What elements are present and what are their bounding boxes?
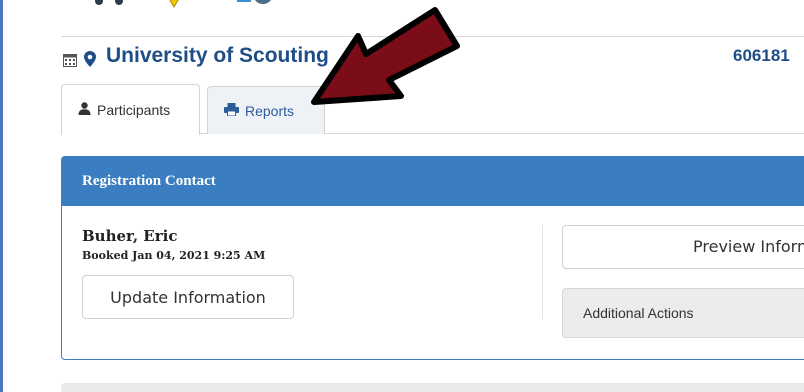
update-information-button[interactable]: Update Information	[82, 275, 294, 319]
event-id: 606181	[733, 46, 790, 65]
calendar-icon	[63, 52, 77, 71]
location-pin-icon	[84, 51, 96, 71]
tab-participants[interactable]: Participants	[61, 84, 200, 135]
top-divider	[61, 36, 804, 37]
globe-icon	[235, 0, 275, 8]
tab-reports[interactable]: Reports	[207, 86, 325, 134]
warning-icon	[163, 0, 185, 8]
app-frame: University of Scouting 606181 Participan…	[0, 0, 804, 392]
tab-participants-label: Participants	[97, 102, 171, 118]
tab-reports-label: Reports	[245, 102, 295, 119]
registration-contact-panel: Registration Contact Buher, Eric Booked …	[61, 156, 804, 360]
vehicle-icon	[89, 0, 129, 8]
printer-icon	[224, 102, 239, 119]
contact-name: Buher, Eric	[82, 227, 178, 245]
panel-header: Registration Contact	[62, 157, 804, 206]
additional-actions-button[interactable]: Additional Actions	[562, 288, 804, 338]
booked-date: Booked Jan 04, 2021 9:25 AM	[82, 249, 266, 262]
event-title-row: University of Scouting 606181	[61, 44, 804, 72]
next-panel-edge	[61, 383, 804, 392]
event-title[interactable]: University of Scouting	[106, 44, 329, 68]
user-icon	[78, 102, 91, 118]
preview-information-button[interactable]: Preview Information	[562, 225, 804, 269]
column-divider	[542, 225, 543, 319]
